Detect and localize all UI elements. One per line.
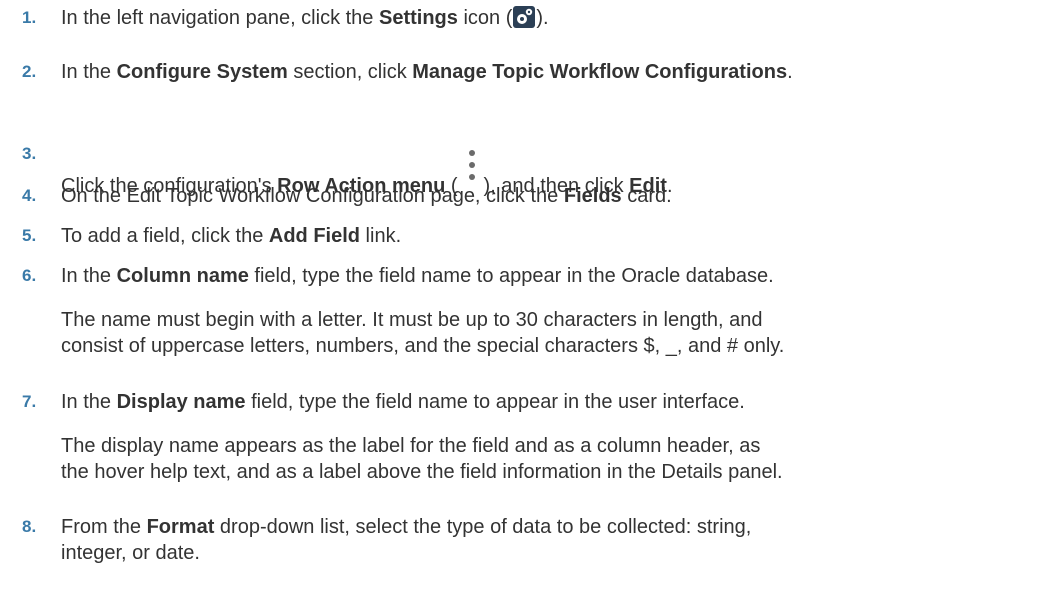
step-text-part: ). — [536, 7, 549, 29]
step-text: On the Edit Topic Workflow Configuration… — [61, 184, 672, 208]
step-text-part: field, type the field name to appear in … — [248, 265, 774, 287]
ui-term-add-field: Add Field — [268, 225, 360, 247]
step-8-continuation: integer, or date. — [61, 541, 1036, 565]
step-number: 1. — [22, 8, 37, 27]
gear-icon — [513, 6, 536, 28]
ui-term-manage-topic-workflow: Manage Topic Workflow Configurations — [412, 61, 788, 83]
note-line: consist of uppercase letters, numbers, a… — [61, 335, 785, 357]
step-text: In the Column name field, type the field… — [61, 264, 774, 288]
step-text-part: In the — [61, 391, 117, 413]
step-text-part: In the — [61, 61, 117, 83]
step-text-continuation: integer, or date. — [61, 542, 200, 564]
step-number: 8. — [22, 517, 37, 536]
step-text: In the Configure System section, click M… — [61, 60, 793, 84]
step-text-part: link. — [360, 225, 402, 247]
step-number: 6. — [22, 266, 37, 285]
step-text-part: icon ( — [457, 7, 513, 29]
step-number: 2. — [22, 62, 37, 81]
step-text-part: card. — [621, 185, 672, 207]
step-6-note: The name must begin with a letter. It mu… — [61, 307, 1036, 359]
step-text-part: On the Edit Topic Workflow Configuration… — [61, 185, 564, 207]
step-number: 4. — [22, 186, 37, 205]
note-line: The display name appears as the label fo… — [61, 435, 761, 457]
step-text: To add a field, click the Add Field link… — [61, 224, 401, 248]
step-number: 5. — [22, 226, 37, 245]
step-text-part: In the — [61, 265, 117, 287]
ui-term-configure-system: Configure System — [116, 61, 288, 83]
step-text-part: To add a field, click the — [61, 225, 269, 247]
step-number: 3. — [22, 144, 37, 163]
step-7-note: The display name appears as the label fo… — [61, 433, 1036, 485]
step-text-part: . — [787, 61, 793, 83]
step-text: In the left navigation pane, click the S… — [61, 6, 549, 30]
ui-term-format: Format — [146, 516, 215, 538]
step-text-part: field, type the field name to appear in … — [245, 391, 745, 413]
step-text-part: section, click — [287, 61, 413, 83]
step-text-part: From the — [61, 516, 147, 538]
step-text: In the Display name field, type the fiel… — [61, 390, 745, 414]
ui-term-display-name: Display name — [116, 391, 246, 413]
step-text-part: drop-down list, select the type of data … — [214, 516, 752, 538]
step-number: 7. — [22, 392, 37, 411]
ui-term-column-name: Column name — [116, 265, 249, 287]
ui-term-settings: Settings — [378, 7, 458, 29]
ui-term-fields: Fields — [563, 185, 622, 207]
note-line: The name must begin with a letter. It mu… — [61, 309, 763, 331]
note-line: the hover help text, and as a label abov… — [61, 461, 783, 483]
step-text-part: In the left navigation pane, click the — [61, 7, 379, 29]
step-text: From the Format drop-down list, select t… — [61, 515, 751, 539]
instructions-page: 1. In the left navigation pane, click th… — [0, 0, 1041, 597]
